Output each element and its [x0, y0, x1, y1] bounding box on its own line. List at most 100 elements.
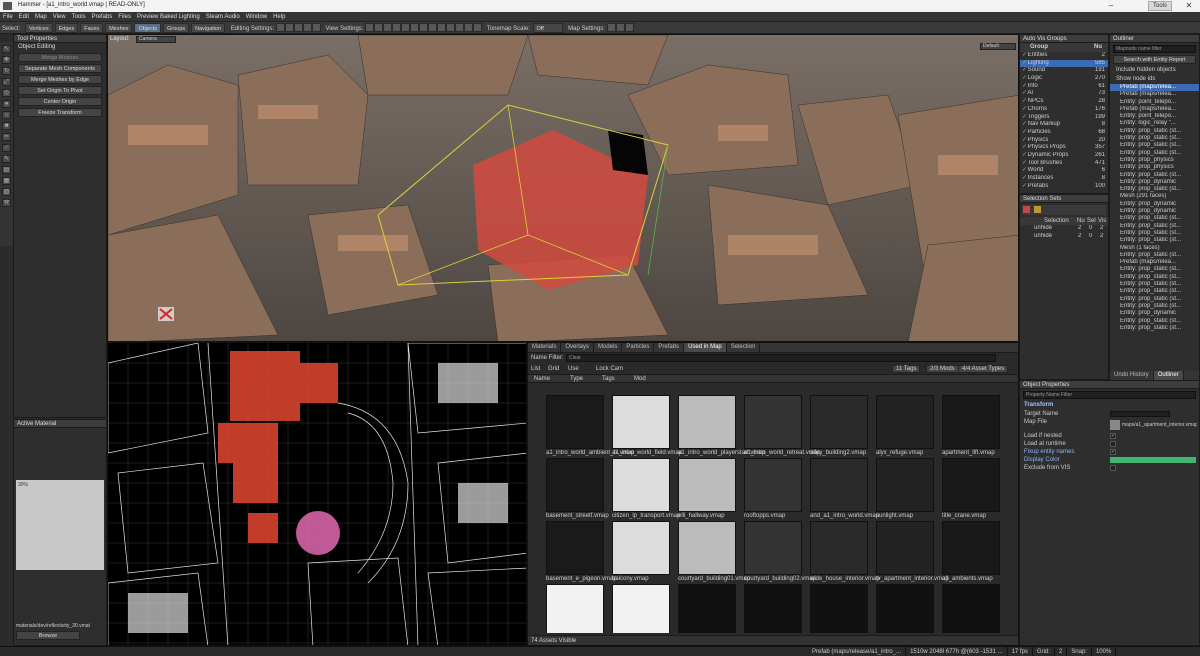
- path-tool-icon[interactable]: ⟋: [2, 144, 11, 152]
- show-node-ids-checkbox[interactable]: Show node ids: [1110, 75, 1199, 84]
- mapnode-filter-input[interactable]: Mapnode name filter: [1113, 45, 1196, 53]
- property-filter-input[interactable]: Property Name Filter: [1023, 391, 1196, 399]
- menu-edit[interactable]: Edit: [16, 12, 32, 22]
- selection-set-row[interactable]: unhide 2 0 2: [1020, 233, 1108, 241]
- outliner-row[interactable]: Entity: prop_static (st...: [1110, 252, 1199, 259]
- vis-checkbox[interactable]: ✓: [1022, 175, 1027, 183]
- unlit-icon[interactable]: [392, 23, 402, 32]
- camera-dropdown[interactable]: Camera: [136, 36, 176, 43]
- vis-checkbox[interactable]: ✓: [1022, 129, 1027, 137]
- outliner-row[interactable]: Entity: prop_static (st...: [1110, 237, 1199, 244]
- vis-group-row[interactable]: ✓ Prefabs 100: [1020, 183, 1108, 191]
- menu-file[interactable]: File: [0, 12, 16, 22]
- meshes-mode-button[interactable]: Meshes: [105, 23, 133, 33]
- vis-group-row[interactable]: ✓ Chorns 176: [1020, 106, 1108, 114]
- view-grid-option[interactable]: Grid: [548, 366, 559, 372]
- center-origin-button[interactable]: Center Origin: [18, 97, 102, 106]
- decal-tool-icon[interactable]: ▤: [2, 166, 11, 174]
- asset-tile[interactable]: courtyard_building02.vmap: [744, 521, 816, 591]
- outliner-row[interactable]: Entity: prop_static (st...: [1110, 186, 1199, 193]
- outliner-row[interactable]: Entity: prop_dynamic: [1110, 179, 1199, 186]
- vis-checkbox[interactable]: ✓: [1022, 83, 1027, 91]
- tonemap-dropdown[interactable]: Off: [532, 23, 563, 33]
- freeze-transform-button[interactable]: Freeze Transform: [18, 108, 102, 117]
- close-button[interactable]: ✕: [1178, 0, 1200, 12]
- outliner-row[interactable]: Mesh (291 faces): [1110, 193, 1199, 200]
- build-icon[interactable]: [615, 23, 625, 32]
- outliner-row[interactable]: Prefab (maps/relea...: [1110, 91, 1199, 98]
- search-entity-report-button[interactable]: Search with Entity Report: [1113, 55, 1196, 64]
- vis-group-row[interactable]: ✓ Info 61: [1020, 83, 1108, 91]
- entity-tool-icon[interactable]: ●: [2, 100, 11, 108]
- asset-tile[interactable]: rooftopps.vmap: [744, 458, 808, 528]
- vis-checkbox[interactable]: ✓: [1022, 75, 1027, 83]
- asset-tile[interactable]: wide_house_interior.vmap: [810, 521, 880, 591]
- outliner-row[interactable]: Entity: prop_dynamic: [1110, 208, 1199, 215]
- asset-tile[interactable]: a1_intro_world_retreat.vmap: [744, 395, 820, 465]
- vis-group-row[interactable]: ✓ Logic 270: [1020, 75, 1108, 83]
- outliner-row[interactable]: Entity: prop_physics: [1110, 164, 1199, 171]
- vis-checkbox[interactable]: ✓: [1022, 98, 1027, 106]
- sky-icon[interactable]: [437, 23, 447, 32]
- fixup-entity-names-checkbox[interactable]: ✓: [1110, 449, 1116, 455]
- outliner-row[interactable]: Entity: prop_static (st...: [1110, 274, 1199, 281]
- outliner-row[interactable]: Entity: prop_static (st...: [1110, 135, 1199, 142]
- separate-mesh-components-button[interactable]: Separate Mesh Components: [18, 64, 102, 73]
- rotate-tool-icon[interactable]: ↻: [2, 67, 11, 75]
- asset-tile[interactable]: [546, 584, 610, 633]
- outliner-row[interactable]: Entity: prop_static (st...: [1110, 223, 1199, 230]
- vis-group-row[interactable]: ✓ World 6: [1020, 167, 1108, 175]
- add-set-icon[interactable]: [1033, 206, 1041, 213]
- outliner-row[interactable]: Prefab (maps/relea...: [1110, 259, 1199, 266]
- outliner-row[interactable]: Entity: prop_static (st...: [1110, 142, 1199, 149]
- name-filter-input[interactable]: Clear: [566, 354, 996, 362]
- asset-tile[interactable]: [678, 584, 742, 633]
- tab-prefabs[interactable]: Prefabs: [654, 343, 685, 352]
- wireframe-icon[interactable]: [374, 23, 384, 32]
- outliner-row[interactable]: Entity: prop_static (st...: [1110, 288, 1199, 295]
- outliner-row[interactable]: Entity: prop_static (st...: [1110, 215, 1199, 222]
- vis-group-row[interactable]: ✓ Entities 2: [1020, 52, 1108, 60]
- vertices-mode-button[interactable]: Vertices: [25, 23, 53, 33]
- outliner-row[interactable]: Entity: prop_physics: [1110, 157, 1199, 164]
- asset-tile[interactable]: courtyard_building01.vmap: [678, 521, 750, 591]
- vis-checkbox[interactable]: ✓: [1022, 60, 1027, 68]
- load-at-runtime-checkbox[interactable]: [1110, 441, 1116, 447]
- merge-meshes-by-edge-button[interactable]: Merge Meshes by Edge: [18, 75, 102, 84]
- outliner-row[interactable]: Entity: prop_static (st...: [1110, 318, 1199, 325]
- vis-group-row[interactable]: ✓ Physics 20: [1020, 137, 1108, 145]
- menu-view[interactable]: View: [50, 12, 69, 22]
- vis-group-row[interactable]: ✓ AI 73: [1020, 90, 1108, 98]
- vis-group-row[interactable]: ✓ Lighting 585: [1020, 59, 1108, 68]
- outliner-row[interactable]: Entity: prop_static (st...: [1110, 172, 1199, 179]
- asset-tile[interactable]: [876, 584, 940, 633]
- fog-icon[interactable]: [428, 23, 438, 32]
- clip-tool-icon[interactable]: ✂: [2, 133, 11, 141]
- tags-filter-button[interactable]: 11 Tags: [892, 365, 921, 373]
- vis-checkbox[interactable]: ✓: [1022, 114, 1027, 122]
- snap-icon[interactable]: [275, 23, 285, 32]
- view-list-option[interactable]: List: [531, 366, 540, 372]
- asset-tile[interactable]: citizen_lp_transport.vmap: [612, 458, 680, 528]
- groups-mode-button[interactable]: Groups: [163, 23, 190, 33]
- vis-group-row[interactable]: ✓ Physics Props 357: [1020, 144, 1108, 152]
- world-space-icon[interactable]: [311, 23, 321, 32]
- block-tool-icon[interactable]: ■: [2, 122, 11, 130]
- vis-checkbox[interactable]: ✓: [1022, 67, 1027, 75]
- outliner-row[interactable]: Mesh (1 faces): [1110, 245, 1199, 252]
- asset-tile[interactable]: title_crane.vmap: [942, 458, 1006, 528]
- browse-button[interactable]: Browse: [16, 631, 80, 640]
- map-file-value[interactable]: maps/a1_apartment_interior.vmap: [1122, 421, 1197, 429]
- asset-tile[interactable]: and_a1_intro_world.vmap: [810, 458, 879, 528]
- menu-map[interactable]: Map: [32, 12, 50, 22]
- vis-checkbox[interactable]: ✓: [1022, 183, 1027, 191]
- status-grid-value[interactable]: 2: [1055, 647, 1068, 656]
- vis-group-row[interactable]: ✓ Triggers 199: [1020, 114, 1108, 122]
- bounds-icon[interactable]: [419, 23, 429, 32]
- menu-preview-baked-lighting[interactable]: Preview Baked Lighting: [134, 12, 203, 22]
- asset-tile[interactable]: apartment_lift.vmap: [942, 395, 1006, 465]
- tab-models[interactable]: Models: [594, 343, 623, 352]
- camera-icon[interactable]: [464, 23, 474, 32]
- lighting-preview-icon[interactable]: [365, 23, 375, 32]
- col-name[interactable]: Name: [534, 376, 550, 382]
